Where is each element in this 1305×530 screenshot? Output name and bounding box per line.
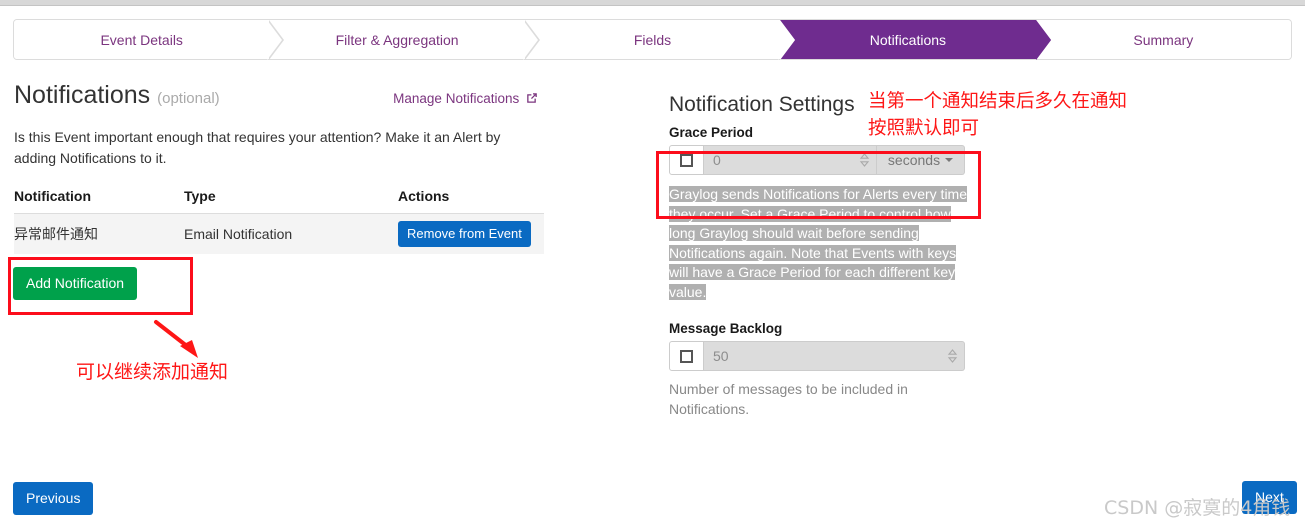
browser-top-strip xyxy=(0,0,1305,6)
message-backlog-value: 50 xyxy=(713,348,729,364)
wizard-steps: Event Details Filter & Aggregation Field… xyxy=(13,19,1292,60)
grace-period-help-text-inner: Graylog sends Notifications for Alerts e… xyxy=(669,186,968,300)
external-link-icon xyxy=(526,92,538,107)
message-backlog-checkbox-addon[interactable] xyxy=(669,341,704,371)
column-header-actions: Actions xyxy=(398,188,544,214)
spinner-up-down-icon[interactable] xyxy=(947,348,958,364)
wizard-step-event-details[interactable]: Event Details xyxy=(14,20,285,60)
message-backlog-input-group: 50 xyxy=(669,341,965,371)
wizard-step-filter-aggregation[interactable]: Filter & Aggregation xyxy=(269,20,540,60)
cell-notification-name: 异常邮件通知 xyxy=(14,213,184,254)
cell-actions: Remove from Event xyxy=(398,213,544,254)
chevron-separator-inner-icon xyxy=(267,20,283,60)
grace-period-number-input[interactable]: 0 xyxy=(704,145,877,175)
table-header-row: Notification Type Actions xyxy=(14,188,544,214)
annotation-text-left: 可以继续添加通知 xyxy=(76,361,229,383)
chevron-separator-inner-icon xyxy=(522,20,538,60)
remove-from-event-button[interactable]: Remove from Event xyxy=(398,221,531,247)
wizard-step-label: Fields xyxy=(633,31,672,48)
wizard-step-summary[interactable]: Summary xyxy=(1035,20,1292,59)
message-backlog-help-text: Number of messages to be included in Not… xyxy=(669,381,908,417)
csdn-watermark: CSDN @寂寞的4角钱 xyxy=(1104,497,1291,519)
grace-period-checkbox-addon[interactable] xyxy=(669,145,704,175)
table-row: 异常邮件通知 Email Notification Remove from Ev… xyxy=(14,213,544,254)
wizard-step-label: Filter & Aggregation xyxy=(335,31,459,48)
message-backlog-label: Message Backlog xyxy=(669,321,783,336)
grace-period-value: 0 xyxy=(713,152,721,168)
page-title: Notifications (optional) xyxy=(14,80,220,114)
wizard-step-label: Event Details xyxy=(100,31,183,48)
wizard-step-notifications[interactable]: Notifications xyxy=(780,20,1051,60)
wizard-step-label: Summary xyxy=(1133,31,1194,48)
spinner-up-down-icon[interactable] xyxy=(859,152,870,168)
cell-notification-type: Email Notification xyxy=(184,213,398,254)
wizard-step-label: Notifications xyxy=(869,31,947,48)
grace-period-checkbox[interactable] xyxy=(680,153,693,167)
message-backlog-field: Message Backlog 50 Number of messages to… xyxy=(669,321,1009,419)
intro-text: Is this Event important enough that requ… xyxy=(14,129,501,166)
add-notification-wrap: Add Notification xyxy=(13,267,138,300)
page-title-text: Notifications xyxy=(14,81,151,109)
grace-period-input-group: 0 seconds xyxy=(669,145,965,175)
manage-notifications-label: Manage Notifications xyxy=(393,91,520,106)
page-title-optional: (optional) xyxy=(157,90,220,107)
notifications-panel: Notifications (optional) Manage Notifica… xyxy=(14,80,544,254)
grace-period-help-text: Graylog sends Notifications for Alerts e… xyxy=(669,185,969,302)
column-header-type: Type xyxy=(184,188,398,214)
notifications-table: Notification Type Actions 异常邮件通知 Email N… xyxy=(14,188,544,254)
previous-button[interactable]: Previous xyxy=(13,482,94,515)
message-backlog-number-input[interactable]: 50 xyxy=(704,341,965,371)
chevron-separator-inner-icon xyxy=(1035,20,1051,60)
column-header-notification: Notification xyxy=(14,188,184,214)
grace-period-unit-dropdown[interactable]: seconds xyxy=(877,145,965,175)
message-backlog-checkbox[interactable] xyxy=(680,349,693,363)
grace-period-unit-label: seconds xyxy=(887,152,941,168)
manage-notifications-link[interactable]: Manage Notifications xyxy=(393,91,538,107)
add-notification-button[interactable]: Add Notification xyxy=(13,267,138,300)
caret-down-icon xyxy=(945,158,954,162)
annotation-text-right: 当第一个通知结束后多久在通知 按照默认即可 xyxy=(868,91,1128,139)
wizard-step-fields[interactable]: Fields xyxy=(524,20,796,60)
grace-period-field: Grace Period 0 seconds Graylog sends Not… xyxy=(669,125,1009,302)
chevron-notch-icon xyxy=(780,20,796,60)
